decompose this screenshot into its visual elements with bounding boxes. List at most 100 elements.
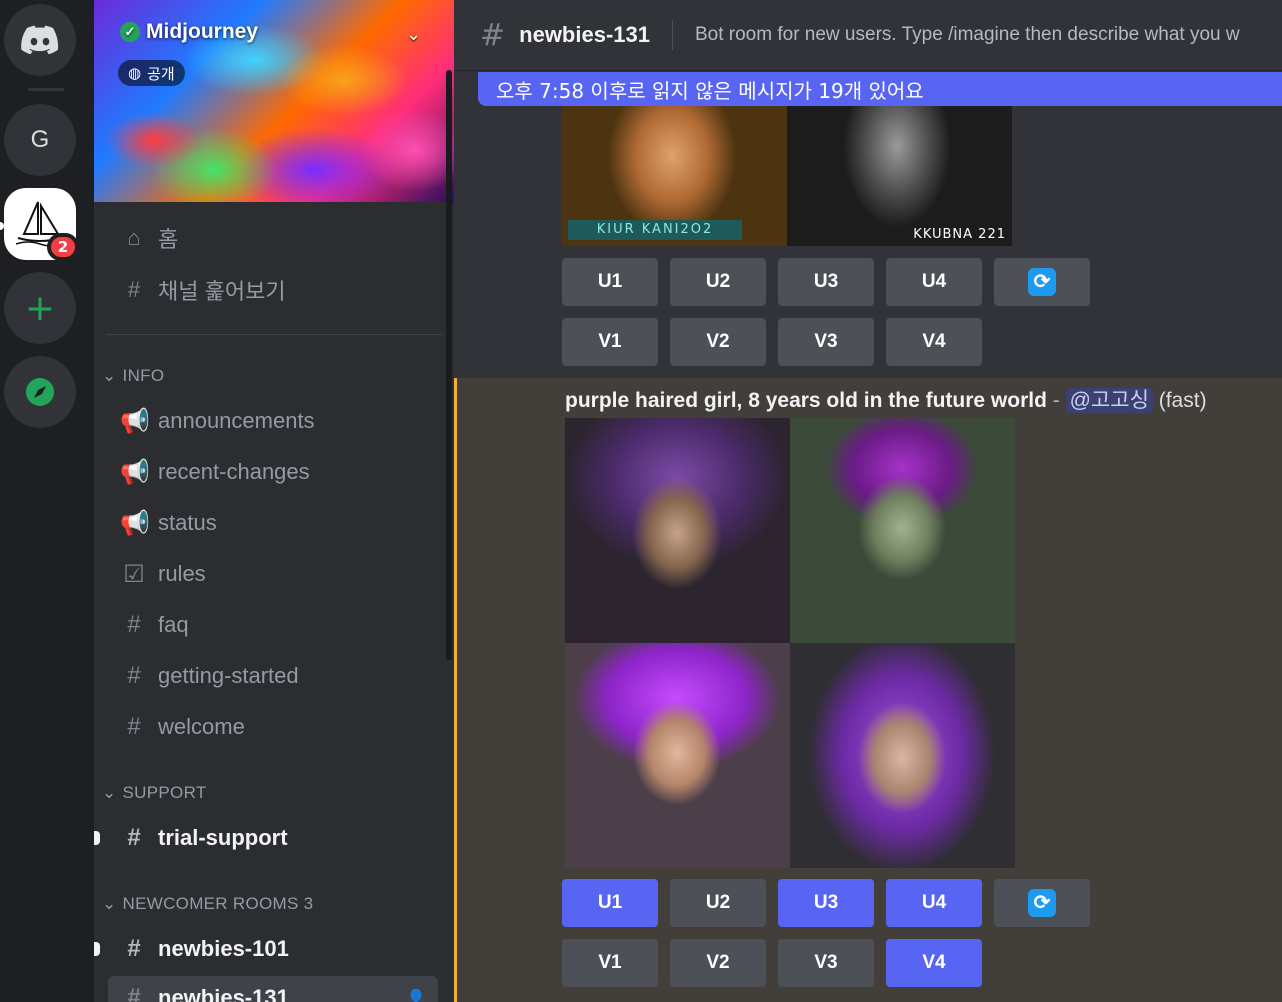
generated-image[interactable]: KIUR KANI2O2 bbox=[562, 106, 787, 246]
channel-browse-icon: # bbox=[127, 277, 141, 302]
nav-home-label: 홈 bbox=[158, 227, 179, 252]
reroll-button[interactable]: ⟳ bbox=[994, 879, 1090, 927]
prompt-separator: - bbox=[1052, 389, 1060, 412]
discord-home-button[interactable] bbox=[4, 4, 76, 76]
rail-separator bbox=[28, 88, 64, 91]
hash-thread-icon: # bbox=[480, 17, 506, 53]
category-newcomer-rooms[interactable]: ⌄ NEWCOMER ROOMS 3 bbox=[102, 894, 313, 914]
category-label: INFO bbox=[122, 366, 165, 385]
hash-icon: # bbox=[127, 662, 141, 689]
rules-checkbox-icon: ☑ bbox=[123, 560, 145, 588]
category-label: NEWCOMER ROOMS 3 bbox=[122, 894, 314, 913]
add-server-button[interactable]: + bbox=[4, 272, 76, 344]
channel-label: rules bbox=[158, 561, 206, 586]
channel-label: announcements bbox=[158, 408, 315, 433]
variation-2-button[interactable]: V2 bbox=[670, 939, 766, 987]
megaphone-icon: 📢 bbox=[120, 407, 150, 435]
variation-3-button[interactable]: V3 bbox=[778, 318, 874, 366]
sidebar-scrollbar[interactable] bbox=[446, 70, 452, 660]
server-g-button[interactable]: G bbox=[4, 104, 76, 176]
upscale-4-button[interactable]: U4 bbox=[886, 258, 982, 306]
bot-message: KIUR KANI2O2 KKUBNA 221 U1 U2 U3 U4 ⟳ V1… bbox=[454, 106, 1282, 378]
category-info[interactable]: ⌄ INFO bbox=[102, 366, 164, 386]
chevron-down-icon: ⌄ bbox=[102, 894, 117, 913]
discord-logo-icon bbox=[21, 25, 59, 55]
reroll-button[interactable]: ⟳ bbox=[994, 258, 1090, 306]
channel-welcome[interactable]: # welcome bbox=[108, 705, 438, 749]
channel-faq[interactable]: # faq bbox=[108, 603, 438, 647]
globe-icon: ◍ bbox=[128, 64, 142, 82]
server-rail: G 2 + bbox=[0, 0, 94, 1002]
header-separator bbox=[671, 20, 673, 50]
image-grid[interactable]: KIUR KANI2O2 KKUBNA 221 bbox=[562, 106, 1012, 246]
channel-title: newbies-131 bbox=[519, 22, 650, 47]
channel-recent-changes[interactable]: 📢 recent-changes bbox=[108, 450, 438, 494]
channel-newbies-131[interactable]: # newbies-131 👤 bbox=[108, 976, 438, 1002]
channel-label: newbies-101 bbox=[158, 936, 289, 961]
compass-icon bbox=[26, 378, 54, 406]
channel-announcements[interactable]: 📢 announcements bbox=[108, 399, 438, 443]
category-support[interactable]: ⌄ SUPPORT bbox=[102, 783, 207, 803]
generated-image[interactable] bbox=[790, 643, 1015, 868]
unread-indicator bbox=[94, 831, 100, 845]
variation-4-button[interactable]: V4 bbox=[886, 939, 982, 987]
add-member-icon[interactable]: 👤 bbox=[406, 988, 426, 1002]
variation-3-button[interactable]: V3 bbox=[778, 939, 874, 987]
hash-icon: # bbox=[127, 611, 141, 638]
upscale-4-button[interactable]: U4 bbox=[886, 879, 982, 927]
public-label: 공개 bbox=[147, 64, 175, 83]
channel-label: recent-changes bbox=[158, 459, 310, 484]
channel-label: status bbox=[158, 510, 217, 535]
channel-header: # newbies-131 Bot room for new users. Ty… bbox=[454, 0, 1282, 70]
upscale-1-button[interactable]: U1 bbox=[562, 258, 658, 306]
channel-label: welcome bbox=[158, 714, 245, 739]
upscale-3-button[interactable]: U3 bbox=[778, 258, 874, 306]
public-server-tag: ◍ 공개 bbox=[118, 60, 185, 86]
home-icon: ⌂ bbox=[127, 225, 141, 250]
upscale-1-button[interactable]: U1 bbox=[562, 879, 658, 927]
channel-label: trial-support bbox=[158, 825, 288, 850]
bot-message-mentioned: purple haired girl, 8 years old in the f… bbox=[454, 378, 1282, 1002]
channel-status[interactable]: 📢 status bbox=[108, 501, 438, 545]
variation-2-button[interactable]: V2 bbox=[670, 318, 766, 366]
user-mention[interactable]: @고고싱 bbox=[1065, 388, 1153, 413]
channel-label: faq bbox=[158, 612, 189, 637]
channel-topic[interactable]: Bot room for new users. Type /imagine th… bbox=[695, 24, 1240, 46]
generated-image[interactable] bbox=[565, 643, 790, 868]
channel-rules[interactable]: ☑ rules bbox=[108, 552, 438, 596]
explore-servers-button[interactable] bbox=[4, 356, 76, 428]
nav-browse-label: 채널 훑어보기 bbox=[158, 279, 286, 304]
channel-trial-support[interactable]: # trial-support bbox=[108, 816, 438, 860]
reroll-icon: ⟳ bbox=[1028, 889, 1056, 917]
nav-home[interactable]: ⌂ 홈 bbox=[108, 218, 438, 258]
upscale-3-button[interactable]: U3 bbox=[778, 879, 874, 927]
hash-thread-icon: # bbox=[127, 935, 141, 962]
generated-image[interactable] bbox=[565, 418, 790, 643]
category-label: SUPPORT bbox=[122, 783, 207, 802]
channel-newbies-101[interactable]: # newbies-101 bbox=[108, 927, 438, 971]
main-chat: # newbies-131 Bot room for new users. Ty… bbox=[454, 0, 1282, 1002]
image-grid[interactable] bbox=[565, 418, 1015, 868]
generated-image[interactable] bbox=[790, 418, 1015, 643]
server-name-text: Midjourney bbox=[146, 20, 259, 43]
nav-browse-channels[interactable]: # 채널 훑어보기 bbox=[108, 270, 438, 310]
speed-label: (fast) bbox=[1158, 389, 1207, 412]
variation-1-button[interactable]: V1 bbox=[562, 939, 658, 987]
chevron-down-icon: ⌄ bbox=[102, 366, 117, 385]
chevron-down-icon: ⌄ bbox=[102, 783, 117, 802]
new-messages-bar[interactable]: 오후 7:58 이후로 읽지 않은 메시지가 19개 있어요 bbox=[478, 72, 1282, 106]
megaphone-icon: 📢 bbox=[120, 509, 150, 537]
chevron-down-icon[interactable]: ⌄ bbox=[406, 24, 421, 45]
sidebar-divider bbox=[106, 334, 442, 335]
upscale-2-button[interactable]: U2 bbox=[670, 879, 766, 927]
server-name-header[interactable]: ✓ Midjourney bbox=[120, 20, 258, 44]
channel-getting-started[interactable]: # getting-started bbox=[108, 654, 438, 698]
prompt-line: purple haired girl, 8 years old in the f… bbox=[565, 384, 1207, 414]
channel-sidebar: ✓ Midjourney ⌄ ◍ 공개 ⌂ 홈 # 채널 훑어보기 ⌄ INFO… bbox=[94, 0, 454, 1002]
variation-1-button[interactable]: V1 bbox=[562, 318, 658, 366]
generated-image[interactable]: KKUBNA 221 bbox=[787, 106, 1012, 246]
variation-4-button[interactable]: V4 bbox=[886, 318, 982, 366]
upscale-2-button[interactable]: U2 bbox=[670, 258, 766, 306]
image-watermark: KKUBNA 221 bbox=[913, 227, 1006, 242]
mention-count-badge: 2 bbox=[47, 233, 79, 261]
